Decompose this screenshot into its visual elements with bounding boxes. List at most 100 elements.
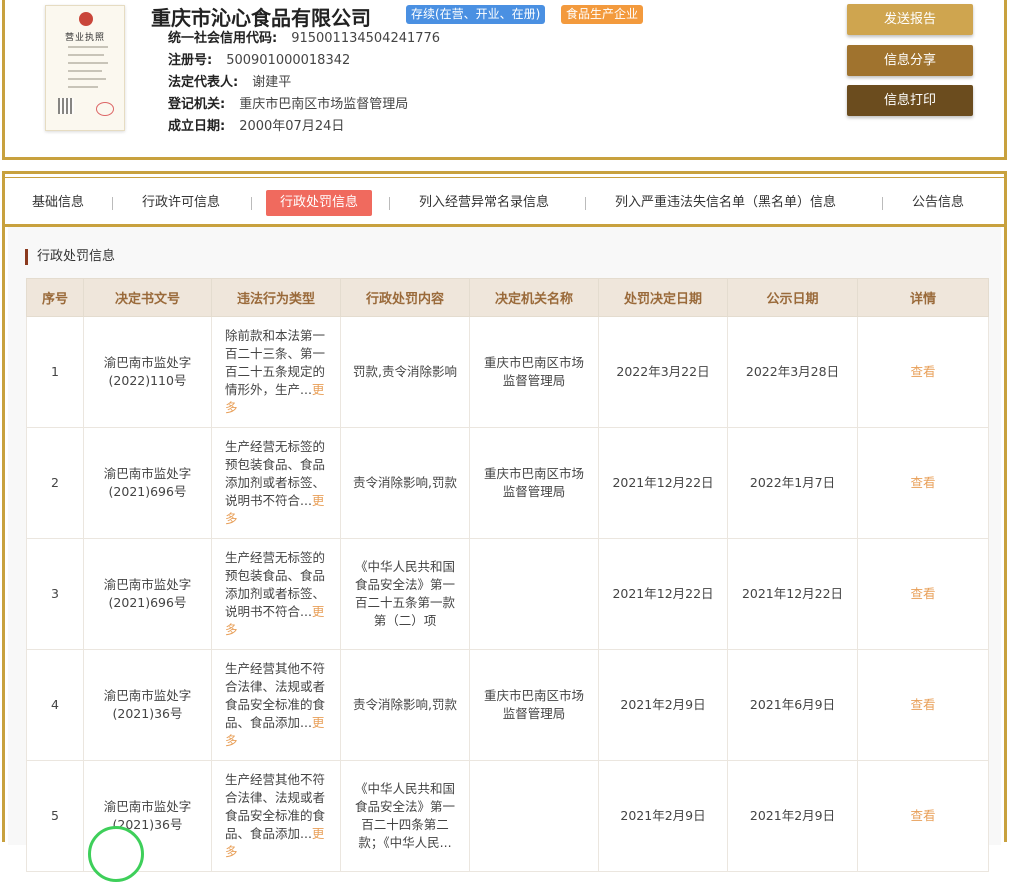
cell-violation-type: 除前款和本法第一百二十三条、第一百二十五条规定的情形外，生产...更多: [211, 316, 341, 428]
cell-document-number: 渝巴南市监处字(2022)110号: [83, 316, 212, 428]
share-info-button[interactable]: 信息分享: [847, 45, 973, 76]
cell-decision-date: 2021年2月9日: [598, 760, 728, 872]
tab-bar: 基础信息 行政许可信息 行政处罚信息 列入经营异常名录信息 列入严重违法失信名单…: [5, 186, 1004, 220]
cell-document-number: 渝巴南市监处字(2021)36号: [83, 649, 212, 761]
table-row: 3 渝巴南市监处字(2021)696号 生产经营无标签的预包装食品、食品添加剂或…: [26, 538, 989, 650]
cell-detail: 查看: [857, 427, 989, 539]
section-title: 行政处罚信息: [25, 249, 115, 265]
info-label: 统一社会信用代码:: [168, 31, 278, 46]
cell-authority: [469, 760, 599, 872]
info-credit-code: 统一社会信用代码: 915001134504241776: [168, 30, 440, 48]
cell-number: 3: [26, 538, 84, 650]
cell-decision-date: 2021年2月9日: [598, 649, 728, 761]
info-value: 谢建平: [252, 75, 292, 90]
cell-decision-date: 2022年3月22日: [598, 316, 728, 428]
license-title: 营业执照: [64, 33, 105, 43]
divider: [5, 177, 1004, 178]
cell-number: 5: [26, 760, 84, 872]
company-name: 重庆市沁心食品有限公司: [151, 6, 371, 30]
tab-separator: [112, 197, 113, 210]
view-link[interactable]: 查看: [910, 808, 935, 823]
cell-detail: 查看: [857, 760, 989, 872]
tab-announcements[interactable]: 公告信息: [898, 190, 978, 216]
detail-panel: 基础信息 行政许可信息 行政处罚信息 列入经营异常名录信息 列入严重违法失信名单…: [2, 171, 1007, 872]
tab-blacklist[interactable]: 列入严重违法失信名单（黑名单）信息: [601, 190, 850, 216]
cell-penalty-content: 责令消除影响,罚款: [340, 649, 470, 761]
license-text-line: [68, 86, 98, 88]
cell-violation-type: 生产经营无标签的预包装食品、食品添加剂或者标签、说明书不符合...更多: [211, 538, 341, 650]
cell-publish-date: 2021年12月22日: [727, 538, 858, 650]
cell-decision-date: 2021年12月22日: [598, 427, 728, 539]
column-header: 违法行为类型: [211, 278, 341, 317]
info-value: 2000年07月24日: [239, 119, 345, 134]
tab-basic-info[interactable]: 基础信息: [18, 190, 98, 216]
cell-penalty-content: 责令消除影响,罚款: [340, 427, 470, 539]
cell-penalty-content: 《中华人民共和国食品安全法》第一百二十五条第一款第（二）项: [340, 538, 470, 650]
license-text-line: [68, 78, 106, 80]
cell-number: 4: [26, 649, 84, 761]
cell-document-number: 渝巴南市监处字(2021)696号: [83, 427, 212, 539]
cell-publish-date: 2021年6月9日: [727, 649, 858, 761]
tab-abnormal-operation[interactable]: 列入经营异常名录信息: [405, 190, 563, 216]
violation-text: 生产经营其他不符合法律、法规或者食品安全标准的食品、食品添加...: [225, 661, 326, 730]
view-link[interactable]: 查看: [910, 475, 935, 490]
table-row: 4 渝巴南市监处字(2021)36号 生产经营其他不符合法律、法规或者食品安全标…: [26, 649, 989, 761]
license-text-line: [68, 46, 108, 48]
cell-document-number: 渝巴南市监处字(2021)696号: [83, 538, 212, 650]
cell-detail: 查看: [857, 649, 989, 761]
cell-detail: 查看: [857, 316, 989, 428]
table-row: 5 渝巴南市监处字(2021)36号 生产经营其他不符合法律、法规或者食品安全标…: [26, 760, 989, 872]
cell-publish-date: 2022年1月7日: [727, 427, 858, 539]
qr-code-icon: [58, 98, 74, 114]
table-row: 1 渝巴南市监处字(2022)110号 除前款和本法第一百二十三条、第一百二十五…: [26, 316, 989, 428]
cell-publish-date: 2022年3月28日: [727, 316, 858, 428]
cell-authority: [469, 538, 599, 650]
cell-decision-date: 2021年12月22日: [598, 538, 728, 650]
send-report-button[interactable]: 发送报告: [847, 4, 973, 35]
license-text-line: [68, 62, 108, 64]
cell-detail: 查看: [857, 538, 989, 650]
info-label: 登记机关:: [168, 97, 226, 112]
violation-text: 生产经营其他不符合法律、法规或者食品安全标准的食品、食品添加...: [225, 772, 326, 841]
violation-text: 生产经营无标签的预包装食品、食品添加剂或者标签、说明书不符合...: [225, 550, 326, 619]
view-link[interactable]: 查看: [910, 364, 935, 379]
info-registration-authority: 登记机关: 重庆市巴南区市场监督管理局: [168, 96, 408, 114]
print-info-button[interactable]: 信息打印: [847, 85, 973, 116]
column-header: 决定机关名称: [469, 278, 599, 317]
info-label: 成立日期:: [168, 119, 226, 134]
license-text-line: [68, 54, 104, 56]
info-registration-number: 注册号: 500901000018342: [168, 52, 350, 70]
tab-separator: [389, 197, 390, 210]
info-legal-representative: 法定代表人: 谢建平: [168, 74, 291, 92]
table-header-row: 序号 决定书文号 违法行为类型 行政处罚内容 决定机关名称 处罚决定日期 公示日…: [26, 278, 989, 317]
penalty-table: 序号 决定书文号 违法行为类型 行政处罚内容 决定机关名称 处罚决定日期 公示日…: [26, 278, 989, 872]
table-row: 2 渝巴南市监处字(2021)696号 生产经营无标签的预包装食品、食品添加剂或…: [26, 427, 989, 539]
violation-text: 生产经营无标签的预包装食品、食品添加剂或者标签、说明书不符合...: [225, 439, 326, 508]
cell-penalty-content: 《中华人民共和国食品安全法》第一百二十四条第二款；《中华人民...: [340, 760, 470, 872]
cell-publish-date: 2021年2月9日: [727, 760, 858, 872]
cell-violation-type: 生产经营无标签的预包装食品、食品添加剂或者标签、说明书不符合...更多: [211, 427, 341, 539]
info-value: 915001134504241776: [291, 31, 441, 46]
view-link[interactable]: 查看: [910, 586, 935, 601]
tab-separator: [251, 197, 252, 210]
status-badge: 存续(在营、开业、在册): [406, 5, 546, 24]
cell-number: 2: [26, 427, 84, 539]
cell-violation-type: 生产经营其他不符合法律、法规或者食品安全标准的食品、食品添加...更多: [211, 649, 341, 761]
view-link[interactable]: 查看: [910, 697, 935, 712]
tab-admin-license[interactable]: 行政许可信息: [128, 190, 234, 216]
info-establish-date: 成立日期: 2000年07月24日: [168, 118, 344, 136]
tab-separator: [882, 197, 883, 210]
license-text-line: [68, 70, 102, 72]
cell-penalty-content: 罚款,责令消除影响: [340, 316, 470, 428]
violation-text: 除前款和本法第一百二十三条、第一百二十五条规定的情形外，生产...: [225, 328, 326, 397]
cell-violation-type: 生产经营其他不符合法律、法规或者食品安全标准的食品、食品添加...更多: [211, 760, 341, 872]
column-header: 序号: [26, 278, 84, 317]
floating-service-button[interactable]: [88, 826, 144, 882]
tab-separator: [585, 197, 586, 210]
cell-authority: 重庆市巴南区市场监督管理局: [469, 316, 599, 428]
business-license-image[interactable]: 营业执照: [45, 5, 125, 131]
column-header: 处罚决定日期: [598, 278, 728, 317]
column-header: 决定书文号: [83, 278, 212, 317]
tab-admin-penalty[interactable]: 行政处罚信息: [266, 190, 373, 216]
cell-number: 1: [26, 316, 84, 428]
